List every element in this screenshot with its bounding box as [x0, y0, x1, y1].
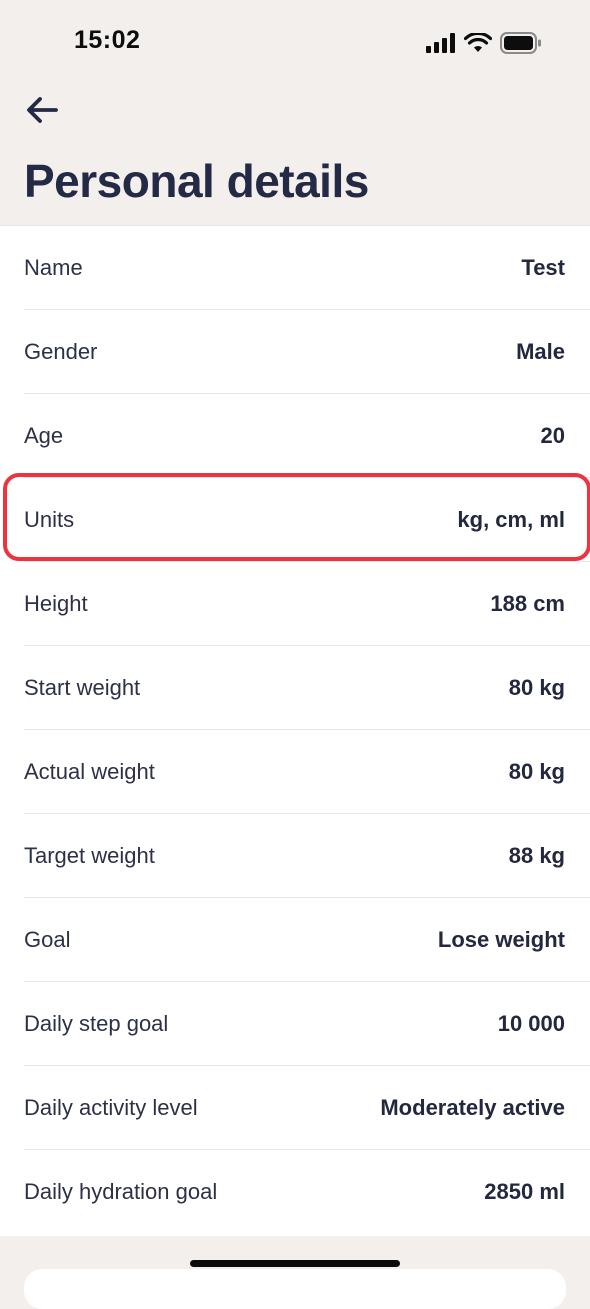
battery-icon [500, 32, 542, 59]
row-value: Lose weight [437, 927, 565, 952]
details-list: Name Test Gender Male Age 20 Units kg, c… [0, 225, 590, 1236]
detail-row-goal[interactable]: Goal Lose weight [0, 898, 590, 982]
row-label: Gender [24, 339, 98, 364]
row-value: 80 kg [508, 675, 565, 700]
row-label: Goal [24, 927, 71, 952]
row-label: Daily step goal [24, 1011, 169, 1036]
row-label: Target weight [24, 843, 155, 868]
row-label: Daily activity level [24, 1095, 198, 1120]
detail-row-start-weight[interactable]: Start weight 80 kg [0, 646, 590, 730]
detail-row-name[interactable]: Name Test [0, 226, 590, 310]
detail-row-daily-step-goal[interactable]: Daily step goal 10 000 [0, 982, 590, 1066]
row-label: Start weight [24, 675, 141, 700]
row-label: Actual weight [24, 759, 155, 784]
row-value: 188 cm [490, 591, 565, 616]
bottom-card [24, 1269, 566, 1309]
row-value: 80 kg [508, 759, 565, 784]
row-value: 2850 ml [484, 1179, 565, 1204]
row-label: Name [24, 255, 83, 280]
detail-row-target-weight[interactable]: Target weight 88 kg [0, 814, 590, 898]
back-button[interactable] [22, 92, 62, 132]
detail-row-daily-hydration-goal[interactable]: Daily hydration goal 2850 ml [0, 1150, 590, 1234]
row-label: Age [24, 423, 64, 448]
row-value: kg, cm, ml [457, 507, 565, 532]
home-indicator[interactable] [190, 1260, 400, 1267]
arrow-left-icon [25, 95, 59, 130]
detail-row-height[interactable]: Height 188 cm [0, 562, 590, 646]
row-value: Moderately active [380, 1095, 565, 1120]
status-time: 15:02 [74, 26, 141, 54]
row-value: 20 [540, 423, 565, 448]
detail-row-actual-weight[interactable]: Actual weight 80 kg [0, 730, 590, 814]
row-value: Male [516, 339, 565, 364]
wifi-icon [463, 31, 493, 58]
detail-row-gender[interactable]: Gender Male [0, 310, 590, 394]
status-icons [426, 31, 542, 59]
row-value: 88 kg [508, 843, 565, 868]
cellular-signal-icon [426, 33, 456, 58]
page-title: Personal details [24, 155, 369, 207]
row-label: Height [24, 591, 88, 616]
row-value: 10 000 [497, 1011, 565, 1036]
detail-row-units[interactable]: Units kg, cm, ml [0, 478, 590, 562]
row-value: Test [521, 255, 565, 280]
detail-row-daily-activity-level[interactable]: Daily activity level Moderately active [0, 1066, 590, 1150]
row-label: Daily hydration goal [24, 1179, 218, 1204]
detail-row-age[interactable]: Age 20 [0, 394, 590, 478]
row-label: Units [24, 507, 75, 532]
status-bar: 15:02 [0, 0, 590, 88]
